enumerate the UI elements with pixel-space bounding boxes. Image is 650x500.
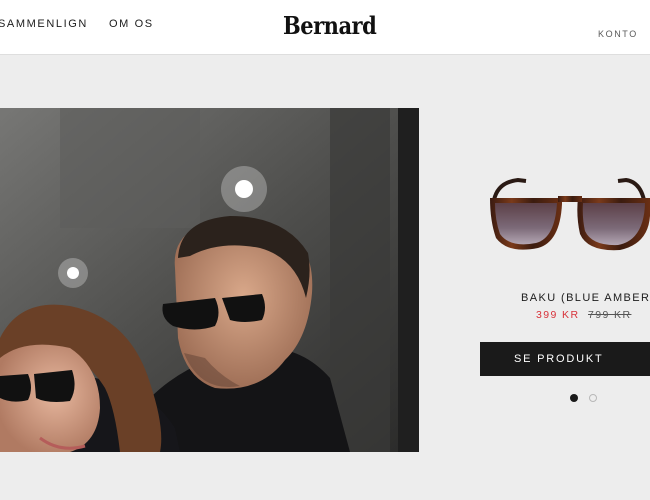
site-header: SAMMENLIGN OM OS Bernard KONTO bbox=[0, 0, 650, 55]
sunglasses-tortoise-icon[interactable] bbox=[488, 176, 650, 263]
see-product-button[interactable]: SE PRODUKT bbox=[480, 342, 650, 376]
account-link[interactable]: KONTO bbox=[598, 29, 638, 39]
product-name[interactable]: BAKU (BLUE AMBER) bbox=[521, 292, 650, 304]
hotspot-woman-sunglasses[interactable] bbox=[58, 258, 88, 288]
carousel-dot-1[interactable] bbox=[570, 394, 578, 402]
carousel-dot-2[interactable] bbox=[589, 394, 597, 402]
hotspot-man-sunglasses[interactable] bbox=[221, 166, 267, 212]
brand-logo[interactable]: Bernard bbox=[283, 11, 377, 40]
nav-compare-link[interactable]: SAMMENLIGN bbox=[0, 18, 88, 30]
price-current: 399 KR bbox=[536, 309, 580, 321]
price-original: 799 KR bbox=[588, 309, 632, 321]
nav-about-link[interactable]: OM OS bbox=[109, 18, 154, 30]
